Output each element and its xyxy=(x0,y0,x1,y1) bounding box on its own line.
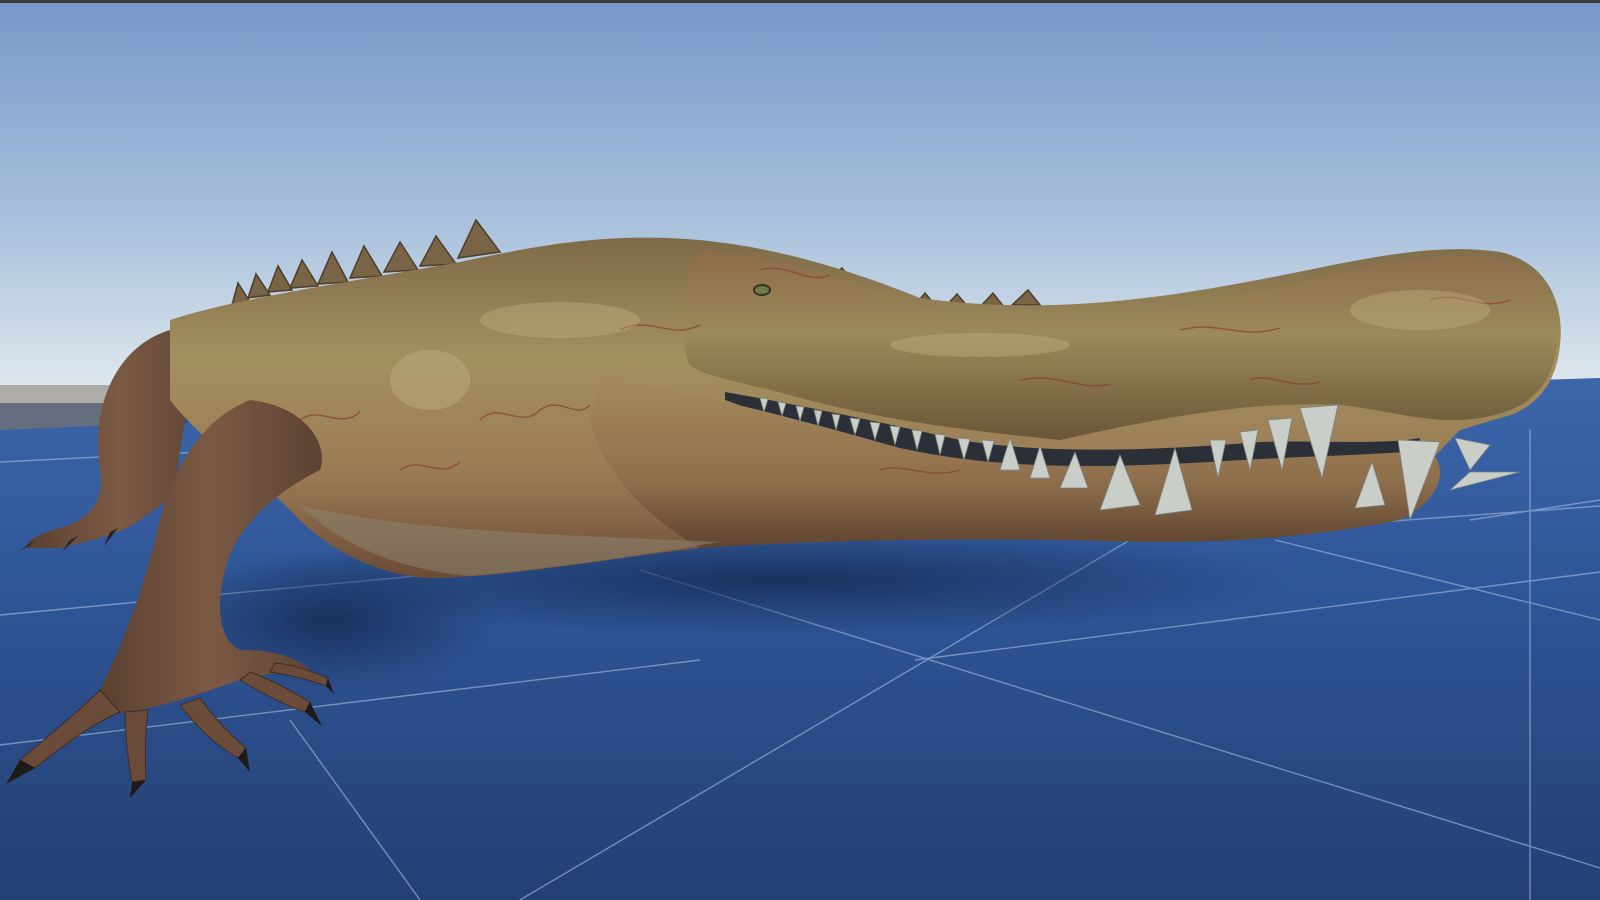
eye-icon xyxy=(753,284,771,296)
top-border xyxy=(0,0,1600,3)
scene-viewport[interactable] xyxy=(0,0,1600,900)
scene-render xyxy=(0,0,1600,900)
